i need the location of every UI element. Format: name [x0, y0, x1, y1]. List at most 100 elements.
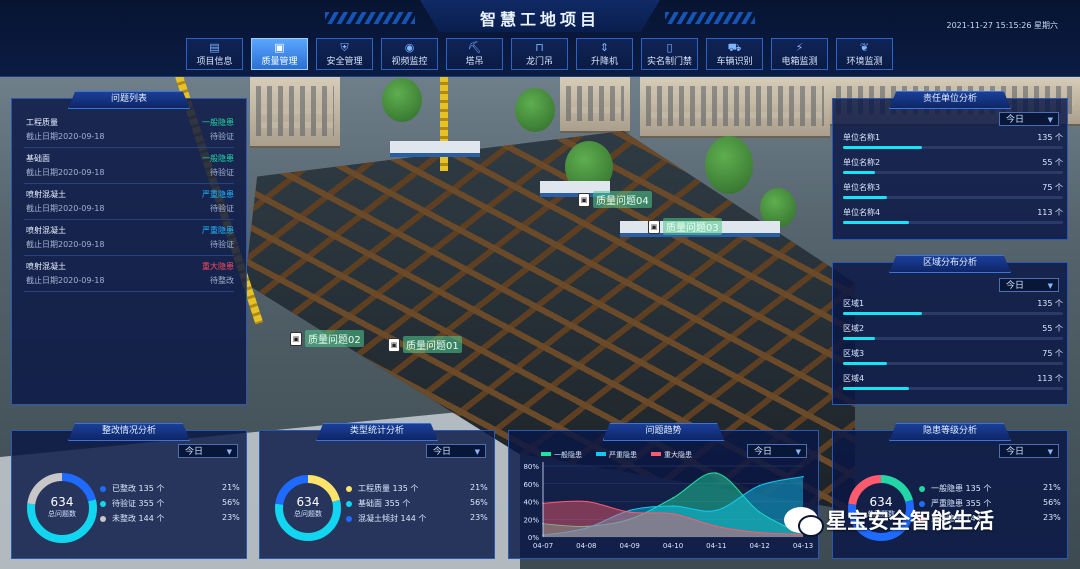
- issue-list-panel: 问题列表 工程质量 截止日期2020-09-18 一般隐患 待验证 基础面 截止日期202…: [11, 91, 247, 405]
- legend-dot: [100, 485, 106, 492]
- nav-label: 视频监控: [391, 57, 428, 67]
- nav-power-box-button[interactable]: ⚡ 电箱监测: [771, 38, 828, 70]
- rank-name: 区域4: [843, 374, 865, 383]
- legend-label: 工程质量 135 个: [358, 484, 419, 493]
- chevron-down-icon: ▼: [1047, 448, 1053, 456]
- building: [560, 76, 630, 133]
- rank-track: [843, 337, 1063, 340]
- rank-bar: [843, 337, 875, 340]
- issue-level: 一般隐患: [202, 154, 234, 163]
- legend-percent: 21%: [470, 483, 488, 492]
- rank-name: 单位名称2: [843, 158, 881, 167]
- issue-status: 待验证: [210, 132, 234, 141]
- period-select[interactable]: 今日 ▼: [999, 444, 1059, 458]
- nav-document-button[interactable]: ▤ 项目信息: [186, 38, 243, 70]
- rank-bar: [843, 196, 887, 199]
- issue-list-item[interactable]: 基础面 截止日期2020-09-18 一般隐患 待验证: [24, 149, 234, 184]
- rank-name: 单位名称4: [843, 208, 881, 217]
- issue-level: 严重隐患: [202, 226, 234, 235]
- series-point: [585, 500, 588, 503]
- quality-issue-marker[interactable]: ▣ 质量问题04: [578, 191, 652, 208]
- elevator-icon: ⇕: [599, 41, 610, 54]
- legend-label: 混凝土倾封 144 个: [358, 514, 427, 523]
- nav-tower-crane-button[interactable]: ⛏ 塔吊: [446, 38, 503, 70]
- site-shed: [390, 141, 480, 157]
- panel-title: 隐患等级分析: [889, 423, 1011, 441]
- building: [250, 76, 340, 148]
- issue-status: 待验证: [210, 204, 234, 213]
- legend-percent: 23%: [1043, 513, 1061, 522]
- nav-car-button[interactable]: ⛟ 车辆识别: [706, 38, 763, 70]
- series-point: [758, 531, 761, 534]
- chevron-down-icon: ▼: [474, 448, 480, 456]
- issue-list-item[interactable]: 喷射混凝土 截止日期2020-09-18 严重隐患 待验证: [24, 221, 234, 256]
- period-select[interactable]: 今日 ▼: [178, 444, 238, 458]
- rank-bar: [843, 362, 887, 365]
- rank-name: 区域3: [843, 349, 865, 358]
- nav-quality-button[interactable]: ▣ 质量管理: [251, 38, 308, 70]
- y-tick-label: 60%: [523, 481, 539, 489]
- rank-row: 区域3 75 个: [843, 348, 1063, 374]
- issue-level: 一般隐患: [202, 118, 234, 127]
- issue-status: 待整改: [210, 276, 234, 285]
- nav-label: 环境监测: [846, 57, 883, 67]
- issue-title: 工程质量: [26, 118, 58, 127]
- nav-label: 电箱监测: [781, 57, 818, 67]
- y-tick-label: 40%: [523, 499, 539, 507]
- legend-item: 混凝土倾封 144 个: [346, 513, 426, 524]
- issue-list-item[interactable]: 喷射混凝土 截止日期2020-09-18 严重隐患 待验证: [24, 185, 234, 220]
- quality-pin-icon: ▣: [648, 219, 660, 234]
- legend-label: 待验证 355 个: [112, 499, 165, 508]
- issue-list-item[interactable]: 喷射混凝土 截止日期2020-09-18 重大隐患 待整改: [24, 257, 234, 292]
- rank-value: 135 个: [1037, 299, 1063, 308]
- rank-name: 区域1: [843, 299, 865, 308]
- rank-bar: [843, 146, 922, 149]
- nav-gate-button[interactable]: ▯ 实名制门禁: [641, 38, 698, 70]
- nav-label: 升降机: [590, 57, 618, 67]
- document-icon: ▤: [209, 41, 220, 54]
- legend-dot: [100, 500, 106, 507]
- rank-value: 75 个: [1042, 183, 1063, 192]
- nav-leaf-button[interactable]: ❦ 环境监测: [836, 38, 893, 70]
- legend-percent: 21%: [1043, 483, 1061, 492]
- issue-title: 喷射混凝土: [26, 226, 66, 235]
- issue-trend-panel: 问题趋势 今日 ▼ 一般隐患 严重隐患 重大隐患 0% 20% 40% 60% 80% 04-0…: [508, 423, 819, 559]
- nav-camera-button[interactable]: ◉ 视频监控: [381, 38, 438, 70]
- donut-center: 634 总问题数: [25, 495, 99, 519]
- nav-shield-button[interactable]: ⛨ 安全管理: [316, 38, 373, 70]
- y-tick-label: 20%: [523, 516, 539, 524]
- issue-deadline: 截止日期2020-09-18: [26, 204, 105, 213]
- watermark: 星宝安全智能生活: [784, 505, 994, 537]
- rank-name: 单位名称1: [843, 133, 881, 142]
- rank-row: 区域4 113 个: [843, 373, 1063, 399]
- datetime: 2021-11-27 15:15:26 星期六: [946, 21, 1058, 30]
- nav-label: 实名制门禁: [646, 57, 692, 67]
- issue-list-item[interactable]: 工程质量 截止日期2020-09-18 一般隐患 待验证: [24, 113, 234, 148]
- quality-issue-marker[interactable]: ▣ 质量问题03: [648, 218, 722, 235]
- chevron-down-icon: ▼: [1047, 282, 1053, 290]
- total-label: 总问题数: [294, 510, 322, 518]
- nav-label: 项目信息: [196, 57, 233, 67]
- donut-center: 634 总问题数: [273, 495, 343, 519]
- power-box-icon: ⚡: [795, 41, 804, 54]
- issue-status: 待验证: [210, 240, 234, 249]
- issue-deadline: 截止日期2020-09-18: [26, 168, 105, 177]
- rank-name: 单位名称3: [843, 183, 881, 192]
- nav-gantry-crane-button[interactable]: ⊓ 龙门吊: [511, 38, 568, 70]
- marker-label: 质量问题02: [305, 330, 364, 347]
- marker-label: 质量问题04: [593, 191, 652, 208]
- period-select[interactable]: 今日 ▼: [426, 444, 486, 458]
- rank-track: [843, 171, 1063, 174]
- rank-track: [843, 362, 1063, 365]
- rank-row: 区域1 135 个: [843, 298, 1063, 324]
- legend-label: 一般隐患 135 个: [931, 484, 992, 493]
- period-select[interactable]: 今日 ▼: [999, 112, 1059, 126]
- quality-issue-marker[interactable]: ▣ 质量问题02: [290, 330, 364, 347]
- hazard-level-panel: 隐患等级分析 今日 ▼ 634 总问题数 一般隐患 135 个 21% 严重隐患 3…: [832, 423, 1068, 559]
- nav-label: 质量管理: [261, 57, 298, 67]
- quality-issue-marker[interactable]: ▣ 质量问题01: [388, 336, 462, 353]
- period-select[interactable]: 今日 ▼: [999, 278, 1059, 292]
- page-title: 智慧工地项目: [479, 10, 600, 29]
- series-point: [802, 475, 804, 478]
- nav-elevator-button[interactable]: ⇕ 升降机: [576, 38, 633, 70]
